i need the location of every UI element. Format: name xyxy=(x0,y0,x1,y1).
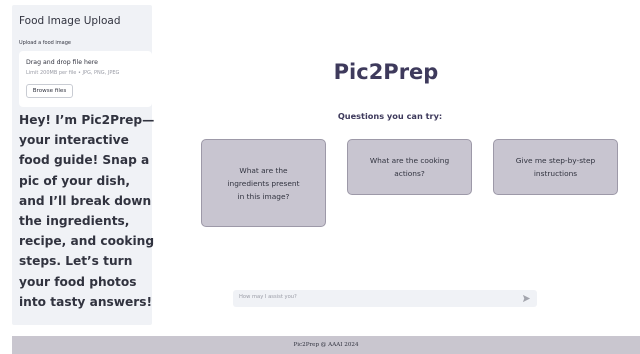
question-text: What are the ingredients present in this… xyxy=(227,165,300,201)
send-icon[interactable] xyxy=(522,294,531,303)
browse-files-button[interactable]: Browse files xyxy=(26,84,73,98)
question-card-cooking-actions[interactable]: What are the cooking actions? xyxy=(347,139,472,195)
question-card-ingredients[interactable]: What are the ingredients present in this… xyxy=(201,139,326,227)
sidebar-title: Food Image Upload xyxy=(19,15,121,27)
sidebar: Food Image Upload Upload a food image Dr… xyxy=(12,5,154,325)
questions-heading: Questions you can try: xyxy=(337,111,443,121)
chat-input[interactable]: How may I assist you? xyxy=(233,290,537,307)
question-text: Give me step-by-step instructions xyxy=(515,156,596,178)
dropzone-limit-text: Limit 200MB per file • JPG, PNG, JPEG xyxy=(26,70,120,76)
chat-placeholder: How may I assist you? xyxy=(239,294,297,300)
upload-label: Upload a food image xyxy=(19,40,71,46)
file-dropzone[interactable]: Drag and drop file here Limit 200MB per … xyxy=(19,51,152,107)
intro-text: Hey! I’m Pic2Prep—your interactive food … xyxy=(19,113,155,309)
app-title: Pic2Prep xyxy=(333,60,439,84)
question-card-step-instructions[interactable]: Give me step-by-step instructions xyxy=(493,139,618,195)
footer: Pic2Prep @ AAAI 2024 xyxy=(12,336,640,354)
footer-text: Pic2Prep @ AAAI 2024 xyxy=(293,342,359,348)
dropzone-main-text: Drag and drop file here xyxy=(26,59,98,66)
question-text: What are the cooking actions? xyxy=(369,156,450,178)
